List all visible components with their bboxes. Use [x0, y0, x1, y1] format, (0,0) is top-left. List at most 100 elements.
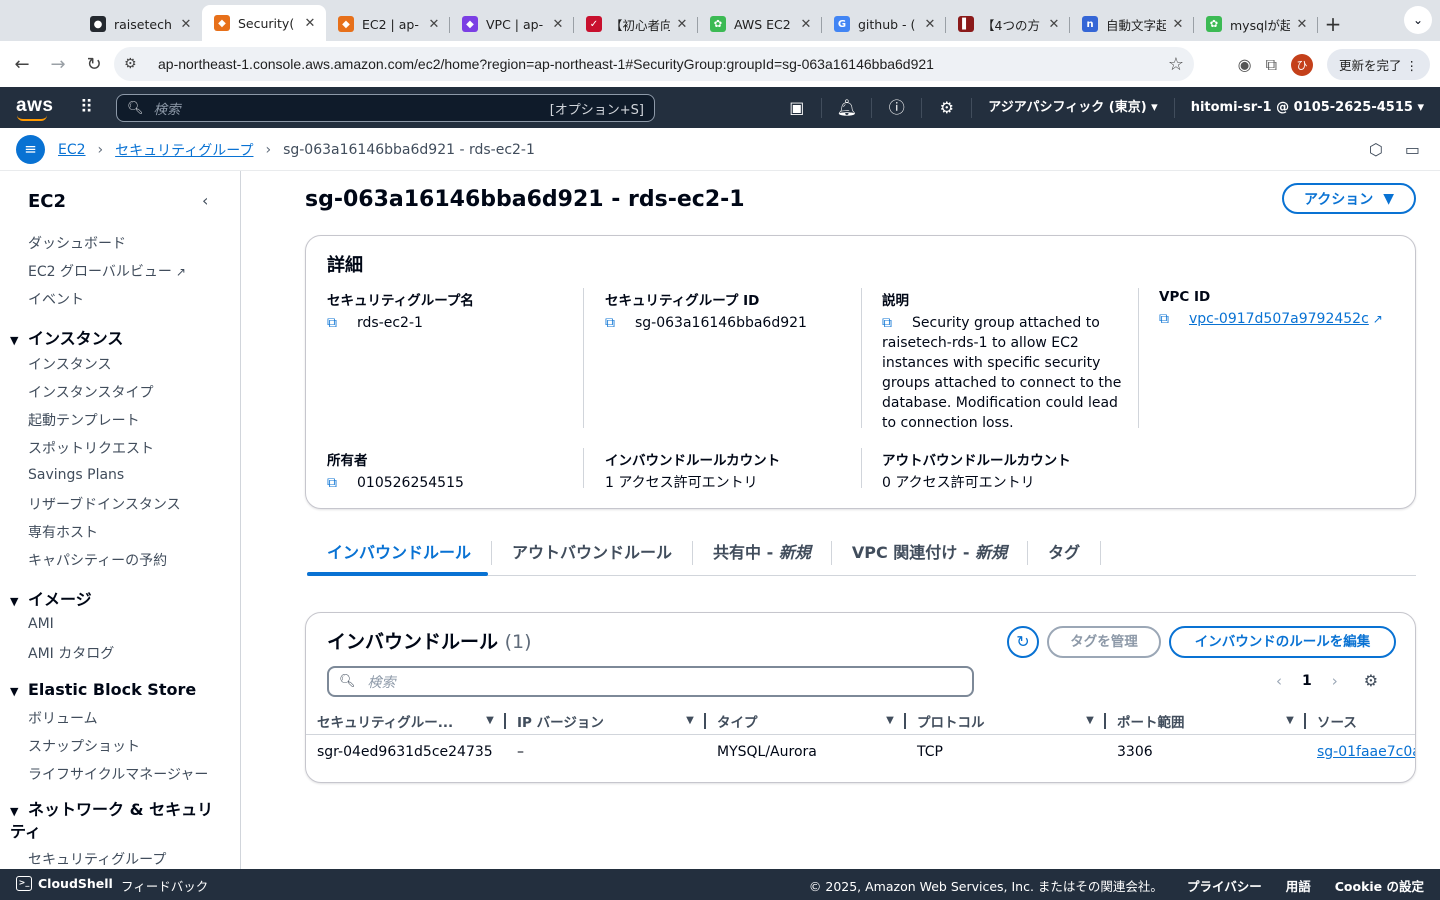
sidebar-item-global-view[interactable]: EC2 グローバルビュー ↗ — [28, 261, 186, 281]
manage-tags-button[interactable]: タグを管理 — [1047, 626, 1161, 658]
close-tab-icon[interactable]: ✕ — [1046, 17, 1062, 32]
profile-avatar[interactable]: ひ — [1291, 53, 1313, 76]
display-settings-icon[interactable]: ▭ — [1405, 140, 1420, 159]
close-tab-icon[interactable]: ✕ — [922, 17, 938, 32]
sidebar-section-images[interactable]: ▼ イメージ — [10, 586, 92, 610]
account-menu[interactable]: hitomi-sr-1 @ 0105-2625-4515 ▾ — [1175, 100, 1424, 115]
extensions-puzzle-icon[interactable]: ⧉ — [1266, 55, 1277, 75]
tab-tags[interactable]: タグ — [1028, 541, 1102, 565]
close-tab-icon[interactable]: ✕ — [1170, 17, 1186, 32]
tab-inbound-rules[interactable]: インバウンドルール — [307, 541, 493, 565]
actions-button[interactable]: アクション ▼ — [1282, 183, 1416, 214]
reload-icon[interactable]: ↻ — [76, 54, 112, 75]
sidebar-item-events[interactable]: イベント — [28, 289, 84, 309]
sidebar-section-instances[interactable]: ▼ インスタンス — [10, 325, 123, 349]
terms-link[interactable]: 用語 — [1286, 876, 1311, 895]
aws-search-input[interactable]: 🔍︎ 検索 [オプション+S] — [116, 94, 655, 122]
browser-tab[interactable]: ✿ mysqlが起 ✕ — [1194, 7, 1318, 41]
tab-outbound-rules[interactable]: アウトバウンドルール — [492, 541, 694, 565]
sort-caret-icon[interactable]: ▼ — [476, 715, 504, 726]
site-settings-icon[interactable]: ⚙ — [124, 56, 146, 72]
forward-arrow-icon[interactable]: → — [40, 54, 76, 75]
current-page[interactable]: 1 — [1302, 673, 1312, 689]
column-header[interactable]: セキュリティグルー... ▼ — [306, 707, 506, 734]
sidebar-section-network-security[interactable]: ▼ ネットワーク & セキュリティ — [10, 800, 220, 842]
info-hexagon-icon[interactable]: ⬡ — [1369, 140, 1383, 159]
feedback-link[interactable]: フィードバック — [121, 876, 208, 895]
browser-tab[interactable]: ◆ Security(✕ — [202, 5, 326, 41]
more-menu-icon[interactable]: ⋮ — [1406, 58, 1419, 73]
sidebar-item-snapshots[interactable]: スナップショット — [28, 736, 140, 756]
services-grid-icon[interactable]: ⠿ — [80, 97, 93, 118]
source-sg-link[interactable]: sg-01faae7c0a5 — [1317, 744, 1415, 760]
rules-search-input[interactable]: 🔍︎ 検索 — [327, 666, 974, 697]
close-tab-icon[interactable]: ✕ — [426, 17, 442, 32]
sidebar-item-dashboard[interactable]: ダッシュボード — [28, 233, 126, 253]
sidebar-item-capacity-reservations[interactable]: キャパシティーの予約 — [28, 550, 167, 570]
breadcrumb-ec2[interactable]: EC2 — [58, 142, 86, 158]
browser-tab[interactable]: ✿ AWS EC2 ✕ — [698, 7, 822, 41]
column-header[interactable]: タイプ ▼ — [706, 707, 906, 734]
update-chrome-button[interactable]: 更新を完了 ⋮ — [1327, 49, 1430, 80]
tab-sharing[interactable]: 共有中 - 新規 — [693, 541, 832, 565]
close-tab-icon[interactable]: ✕ — [550, 17, 566, 32]
close-tab-icon[interactable]: ✕ — [798, 17, 814, 32]
sort-caret-icon[interactable]: ▼ — [876, 715, 904, 726]
menu-hamburger-icon[interactable]: ≡ — [16, 135, 45, 164]
close-tab-icon[interactable]: ✕ — [302, 16, 318, 31]
sidebar-section-ebs[interactable]: ▼ Elastic Block Store — [10, 680, 196, 699]
close-tab-icon[interactable]: ✕ — [674, 17, 690, 32]
table-settings-gear-icon[interactable]: ⚙ — [1364, 671, 1378, 690]
notifications-bell-icon[interactable]: 🔔︎ — [822, 97, 873, 118]
sidebar-item-instance-types[interactable]: インスタンスタイプ — [28, 382, 153, 402]
cloudshell-button[interactable]: >_ CloudShell — [16, 876, 113, 891]
settings-gear-icon[interactable]: ⚙ — [922, 97, 973, 118]
close-tab-icon[interactable]: ✕ — [178, 17, 194, 32]
next-page-icon[interactable]: › — [1332, 672, 1338, 690]
sort-caret-icon[interactable]: ▼ — [676, 715, 704, 726]
sidebar-item-security-groups[interactable]: セキュリティグループ — [28, 849, 166, 869]
browser-tab[interactable]: Ggithub - (✕ — [822, 7, 946, 41]
collapse-sidebar-icon[interactable]: ‹ — [202, 191, 208, 210]
screenshot-camera-icon[interactable]: ◉ — [1238, 55, 1252, 74]
cookie-settings-link[interactable]: Cookie の設定 — [1335, 876, 1424, 895]
breadcrumb-security-groups[interactable]: セキュリティグループ — [115, 140, 253, 160]
sidebar-item-ami[interactable]: AMI — [28, 616, 54, 632]
tab-search-chevron-icon[interactable]: ⌄ — [1404, 6, 1432, 34]
privacy-link[interactable]: プライバシー — [1187, 876, 1262, 895]
back-arrow-icon[interactable]: ← — [4, 54, 40, 75]
browser-tab[interactable]: ✓ 【初心者向 ✕ — [574, 7, 698, 41]
browser-tab[interactable]: n 自動文字起 ✕ — [1070, 7, 1194, 41]
column-header[interactable]: ソース — [1306, 707, 1415, 734]
browser-tab[interactable]: ● raisetech ✕ — [78, 7, 202, 41]
region-selector[interactable]: アジアパシフィック (東京) ▾ — [972, 97, 1175, 118]
new-tab-button[interactable]: + — [1318, 7, 1348, 41]
browser-tab[interactable]: ◆ VPC | ap- ✕ — [450, 7, 574, 41]
sidebar-item-ami-catalog[interactable]: AMI カタログ — [28, 643, 114, 663]
column-header[interactable]: ポート範囲 ▼ — [1106, 707, 1306, 734]
sidebar-item-dedicated-hosts[interactable]: 専有ホスト — [28, 522, 98, 542]
sidebar-item-savings-plans[interactable]: Savings Plans — [28, 467, 124, 483]
bookmark-star-icon[interactable]: ☆ — [1168, 54, 1184, 75]
copy-icon[interactable]: ⧉ — [605, 313, 627, 333]
copy-icon[interactable]: ⧉ — [327, 473, 349, 493]
refresh-icon[interactable]: ↻ — [1007, 626, 1039, 658]
cloudshell-terminal-icon[interactable]: ▣ — [772, 97, 823, 118]
edit-inbound-rules-button[interactable]: インバウンドのルールを編集 — [1169, 626, 1396, 658]
copy-icon[interactable]: ⧉ — [882, 313, 904, 333]
sidebar-item-instances[interactable]: インスタンス — [28, 354, 111, 374]
sort-caret-icon[interactable]: ▼ — [1076, 715, 1104, 726]
copy-icon[interactable]: ⧉ — [1159, 309, 1181, 329]
sidebar-item-launch-templates[interactable]: 起動テンプレート — [28, 410, 140, 430]
vpc-id-link[interactable]: vpc-0917d507a9792452c — [1189, 309, 1369, 329]
sidebar-item-reserved-instances[interactable]: リザーブドインスタンス — [28, 494, 181, 514]
sidebar-item-volumes[interactable]: ボリューム — [28, 708, 98, 728]
copy-icon[interactable]: ⧉ — [327, 313, 349, 333]
sidebar-item-lifecycle-manager[interactable]: ライフサイクルマネージャー — [28, 764, 208, 784]
browser-tab[interactable]: ▌ 【4つの方 ✕ — [946, 7, 1070, 41]
tab-vpc-associations[interactable]: VPC 関連付け - 新規 — [832, 541, 1029, 565]
column-header[interactable]: IP バージョン ▼ — [506, 707, 706, 734]
aws-logo[interactable]: aws — [16, 95, 53, 121]
prev-page-icon[interactable]: ‹ — [1276, 672, 1282, 690]
address-bar[interactable]: ⚙ ap-northeast-1.console.aws.amazon.com/… — [114, 47, 1194, 81]
